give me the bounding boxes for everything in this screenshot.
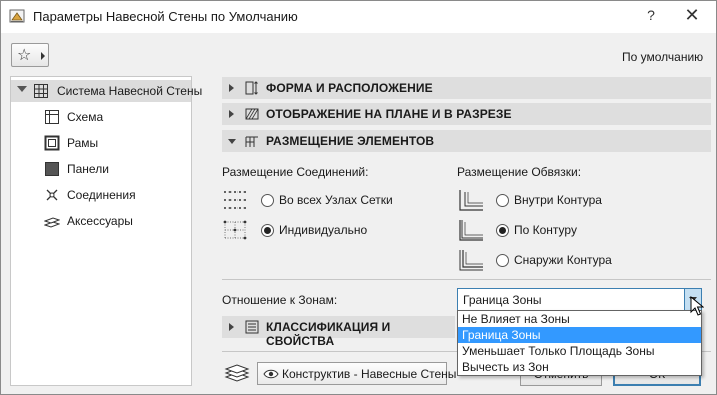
default-label: По умолчанию [622, 50, 704, 64]
caret-right-icon [229, 323, 234, 331]
junctions-icon [46, 189, 58, 201]
placement-icon [245, 136, 258, 147]
junctions-group-label: Размещение Соединений: [222, 165, 369, 179]
close-button[interactable]: ✕ [677, 5, 707, 29]
boundary-option-on[interactable]: По Контуру [457, 218, 657, 244]
tree-item-label: Панели [67, 162, 109, 176]
section-label: ОТОБРАЖЕНИЕ НА ПЛАНЕ И В РАЗРЕЗЕ [266, 107, 512, 121]
boundary-inside-icon [459, 190, 483, 211]
section-shape-header[interactable]: ФОРМА И РАСПОЛОЖЕНИЕ [222, 77, 711, 99]
boundary-option-outside[interactable]: Снаружи Контура [457, 248, 657, 274]
app-icon [9, 9, 25, 23]
dropdown-option[interactable]: Не Влияет на Зоны [458, 311, 701, 327]
star-icon: ☆ [17, 47, 32, 64]
tree-item-label: Схема [67, 110, 104, 124]
help-button[interactable]: ? [637, 7, 665, 27]
zones-select[interactable]: Граница Зоны [457, 288, 702, 311]
boundary-option-inside[interactable]: Внутри Контура [457, 188, 657, 214]
tree-item-accessories[interactable]: Аксессуары [11, 210, 191, 232]
dropdown-option[interactable]: Уменьшает Только Площадь Зоны [458, 343, 701, 359]
tree-item-system[interactable]: Система Навесной Стены [11, 80, 202, 102]
divider [222, 279, 711, 280]
caret-right-icon [41, 52, 45, 60]
radio-button[interactable] [261, 194, 274, 207]
radio-button[interactable] [496, 224, 509, 237]
scheme-icon [45, 110, 59, 124]
radio-label: Индивидуально [279, 223, 368, 237]
radio-label: По Контуру [514, 223, 577, 237]
layer-select-value: Конструктив - Навесные Стены [282, 367, 457, 381]
radio-label: Во всех Узлах Сетки [279, 193, 393, 207]
title-bar: Параметры Навесной Стены по Умолчанию ? … [1, 1, 716, 33]
shape-position-icon [245, 81, 258, 95]
boundary-outside-icon [459, 250, 483, 271]
tree-item-junctions[interactable]: Соединения [11, 184, 191, 206]
radio-button[interactable] [496, 194, 509, 207]
mouse-cursor-icon [690, 296, 704, 316]
favorites-button[interactable]: ☆ [11, 43, 49, 67]
section-label: ФОРМА И РАСПОЛОЖЕНИЕ [266, 81, 433, 95]
tree-item-scheme[interactable]: Схема [11, 106, 191, 128]
zones-label: Отношение к Зонам: [222, 293, 338, 307]
eye-icon [263, 369, 279, 379]
grid-nodes-icon [224, 191, 246, 209]
radio-button[interactable] [496, 254, 509, 267]
section-plan-header[interactable]: ОТОБРАЖЕНИЕ НА ПЛАНЕ И В РАЗРЕЗЕ [222, 103, 711, 125]
boundary-group-label: Размещение Обвязки: [457, 165, 582, 179]
caret-right-icon [229, 110, 234, 118]
tree-item-panels[interactable]: Панели [11, 158, 191, 180]
section-placement-header[interactable]: РАЗМЕЩЕНИЕ ЭЛЕМЕНТОВ [222, 130, 711, 152]
tree-item-frames[interactable]: Рамы [11, 132, 191, 154]
individual-nodes-icon [223, 220, 247, 240]
radio-label: Внутри Контура [514, 193, 602, 207]
section-label: РАЗМЕЩЕНИЕ ЭЛЕМЕНТОВ [266, 134, 435, 148]
panels-icon [45, 162, 59, 176]
tree-item-label: Система Навесной Стены [57, 84, 203, 98]
zones-select-value: Граница Зоны [463, 293, 542, 307]
expand-arrow-icon[interactable] [17, 86, 27, 92]
frames-icon [44, 135, 60, 151]
settings-tree: Система Навесной Стены Схема Рамы Панели [10, 76, 202, 386]
classification-icon [245, 320, 259, 334]
junctions-option-individual[interactable]: Индивидуально [222, 218, 422, 244]
dropdown-option[interactable]: Вычесть из Зон [458, 359, 701, 375]
curtain-wall-system-icon [34, 84, 48, 98]
section-label: КЛАССИФИКАЦИЯ И СВОЙСТВА [266, 320, 391, 348]
layer-icon [224, 364, 250, 382]
radio-button[interactable] [261, 224, 274, 237]
caret-down-icon [228, 139, 236, 144]
junctions-option-all[interactable]: Во всех Узлах Сетки [222, 188, 422, 214]
window-title: Параметры Навесной Стены по Умолчанию [33, 9, 298, 24]
dropdown-option-highlighted[interactable]: Граница Зоны [458, 327, 701, 343]
layer-select[interactable]: Конструктив - Навесные Стены [257, 362, 456, 385]
dialog-window: Параметры Навесной Стены по Умолчанию ? … [0, 0, 717, 395]
zones-dropdown-list: Не Влияет на Зоны Граница Зоны Уменьшает… [457, 310, 702, 376]
section-classification-header[interactable]: КЛАССИФИКАЦИЯ И СВОЙСТВА [222, 316, 455, 348]
tree-item-label: Аксессуары [67, 214, 133, 228]
plan-section-icon [245, 108, 259, 120]
accessories-icon [44, 217, 60, 228]
caret-right-icon [229, 84, 234, 92]
tree-item-label: Рамы [67, 136, 99, 150]
boundary-on-icon [459, 220, 483, 241]
radio-label: Снаружи Контура [514, 253, 612, 267]
tree-item-label: Соединения [67, 188, 136, 202]
